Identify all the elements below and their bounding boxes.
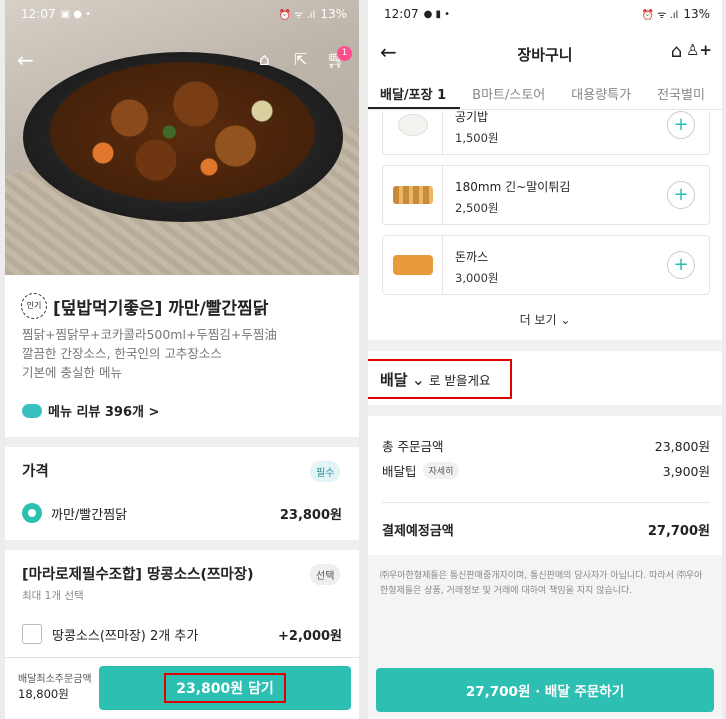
delivery-suffix: 로 받을게요	[429, 372, 491, 388]
plus-icon[interactable]: +	[667, 111, 695, 139]
tab-bulk[interactable]: 대용량특가	[559, 76, 645, 109]
item-name: 공기밥	[455, 111, 489, 124]
review-label: 메뉴 리뷰 396개 >	[48, 405, 160, 420]
delivery-mode: 배달	[380, 370, 408, 389]
plus-icon[interactable]: +	[667, 181, 695, 209]
delivery-mode-selector[interactable]: 배달 ⌄ 로 받을게요	[368, 359, 512, 399]
cart-count-badge: 1	[337, 46, 352, 61]
status-battery: 13%	[320, 7, 347, 21]
total-value: 27,700원	[647, 524, 710, 539]
home-icon[interactable]: ⌂	[259, 50, 270, 70]
addon-label: 땅콩소스(쯔마장) 2개 추가	[52, 628, 199, 644]
cart-header: ← 장바구니 ⌂ ♙+	[368, 30, 722, 74]
min-order-value: 18,800원	[18, 687, 69, 701]
tab-local[interactable]: 전국별미	[645, 76, 719, 109]
tab-bmart[interactable]: B마트/스토어	[460, 76, 559, 109]
legal-notice: ㈜우아한형제들은 통신판매중개자이며, 통신판매의 당사자가 아닙니다. 따라서…	[368, 555, 722, 665]
hero-toolbar: ← ⌂ ⇱ 🛒︎ 1	[5, 40, 359, 80]
home-icon[interactable]: ⌂	[671, 41, 682, 62]
item-thumbnail	[383, 236, 443, 294]
divider	[382, 502, 710, 503]
item-name: 돈까스	[455, 250, 489, 264]
checkbox[interactable]	[22, 624, 42, 644]
item-price: 3,000원	[455, 271, 499, 285]
add-person-icon[interactable]: ♙+	[686, 41, 712, 59]
cart-screen: 12:07 ● ▮ • ⏰ ᯤ .ıl 13% ← 장바구니 ⌂ ♙+ 배달/포장 …	[368, 0, 722, 719]
more-label: 더 보기	[519, 313, 557, 327]
add-to-cart-label: 23,800원 담기	[164, 673, 286, 703]
order-button-label: 27,700원 · 배달 주문하기	[465, 684, 625, 700]
addon-section-title: [마라로제필수조합] 땅콩소스(쯔마장)	[22, 567, 254, 583]
back-arrow-icon[interactable]: ←	[17, 50, 34, 70]
share-icon[interactable]: ⇱	[294, 50, 307, 70]
chevron-down-icon: ⌄	[560, 313, 571, 327]
menu-detail-screen: 12:07 ▣ ● • ⏰ ᯤ .ıl 13% ← ⌂ ⇱ 🛒︎ 1 인기 [덮밥먹…	[5, 0, 359, 719]
order-amount-value: 23,800원	[654, 439, 710, 454]
item-price: 2,500원	[455, 201, 499, 215]
status-bar: 12:07 ● ▮ • ⏰ ᯤ .ıl 13%	[384, 7, 710, 21]
list-item[interactable]: 180mm 긴~말이튀김 2,500원 +	[382, 165, 710, 225]
price-option[interactable]: 까만/빨간찜닭 23,800원	[22, 503, 342, 523]
item-name: 180mm 긴~말이튀김	[455, 180, 571, 194]
chevron-down-icon: ⌄	[411, 369, 426, 389]
optional-tag: 선택	[310, 564, 341, 585]
option-label: 까만/빨간찜닭	[51, 507, 128, 523]
popular-badge: 인기	[21, 293, 47, 319]
recommend-list: 공기밥 1,500원 + 180mm 긴~말이튀김 2,500원 + 돈까스 3…	[368, 111, 722, 339]
list-item[interactable]: 공기밥 1,500원 +	[382, 111, 710, 155]
option-price: 23,800원	[279, 507, 342, 523]
max-select-note: 최대 1개 선택	[22, 590, 84, 602]
divider	[5, 540, 359, 550]
addon-option[interactable]: 땅콩소스(쯔마장) 2개 추가 +2,000원	[22, 624, 342, 644]
order-button[interactable]: 27,700원 · 배달 주문하기	[376, 668, 714, 712]
review-bubble-icon	[22, 403, 42, 418]
menu-description: 찜닭+찜닭무+코카콜라500ml+두찜김+두찜油 깔끔한 간장소스, 한국인의 …	[22, 325, 352, 382]
tip-detail-button[interactable]: 자세히	[422, 462, 460, 479]
add-to-cart-button[interactable]: 23,800원 담기	[99, 666, 351, 710]
divider	[5, 437, 359, 447]
order-amount-row: 총 주문금액 23,800원	[382, 436, 710, 455]
menu-title: [덮밥먹기좋은] 까만/빨간찜닭	[53, 298, 269, 319]
min-order-label: 배달최소주문금액	[18, 674, 92, 685]
order-amount-label: 총 주문금액	[382, 439, 444, 454]
item-thumbnail	[383, 111, 443, 154]
total-row: 결제예정금액 27,700원	[382, 520, 710, 539]
list-item[interactable]: 돈까스 3,000원 +	[382, 235, 710, 295]
cart-tabs: 배달/포장 1 B마트/스토어 대용량특가 전국별미	[368, 76, 722, 110]
addon-price: +2,000원	[278, 628, 342, 644]
bottom-bar: 배달최소주문금액 18,800원 23,800원 담기	[5, 657, 359, 719]
tab-delivery[interactable]: 배달/포장 1	[368, 76, 461, 109]
status-bar: 12:07 ▣ ● • ⏰ ᯤ .ıl 13%	[21, 7, 347, 21]
desc-line: 기본에 충실한 메뉴	[22, 365, 122, 380]
desc-line: 깔끔한 간장소스, 한국인의 고추장소스	[22, 346, 222, 361]
min-order-info: 배달최소주문금액 18,800원	[18, 672, 92, 702]
review-link[interactable]: 메뉴 리뷰 396개 >	[22, 401, 159, 420]
item-price: 1,500원	[455, 131, 499, 145]
status-battery: 13%	[683, 7, 710, 21]
total-label: 결제예정금액	[382, 524, 454, 539]
more-button[interactable]: 더 보기 ⌄	[368, 311, 722, 328]
delivery-mode-row: 배달 ⌄ 로 받을게요	[368, 351, 722, 405]
radio-selected[interactable]	[22, 503, 42, 523]
order-bar: 27,700원 · 배달 주문하기	[368, 665, 722, 719]
required-tag: 필수	[310, 461, 341, 482]
page-title: 장바구니	[517, 46, 573, 64]
delivery-tip-row: 배달팁 자세히 3,900원	[382, 461, 710, 480]
status-time: 12:07	[21, 7, 56, 21]
price-section-title: 가격	[22, 464, 49, 480]
divider	[368, 405, 722, 416]
plus-icon[interactable]: +	[667, 251, 695, 279]
status-time: 12:07	[384, 7, 419, 21]
desc-line: 찜닭+찜닭무+코카콜라500ml+두찜김+두찜油	[22, 327, 277, 342]
item-thumbnail	[383, 166, 443, 224]
delivery-tip-label: 배달팁	[382, 464, 417, 479]
divider	[368, 340, 722, 351]
delivery-tip-value: 3,900원	[662, 464, 710, 479]
